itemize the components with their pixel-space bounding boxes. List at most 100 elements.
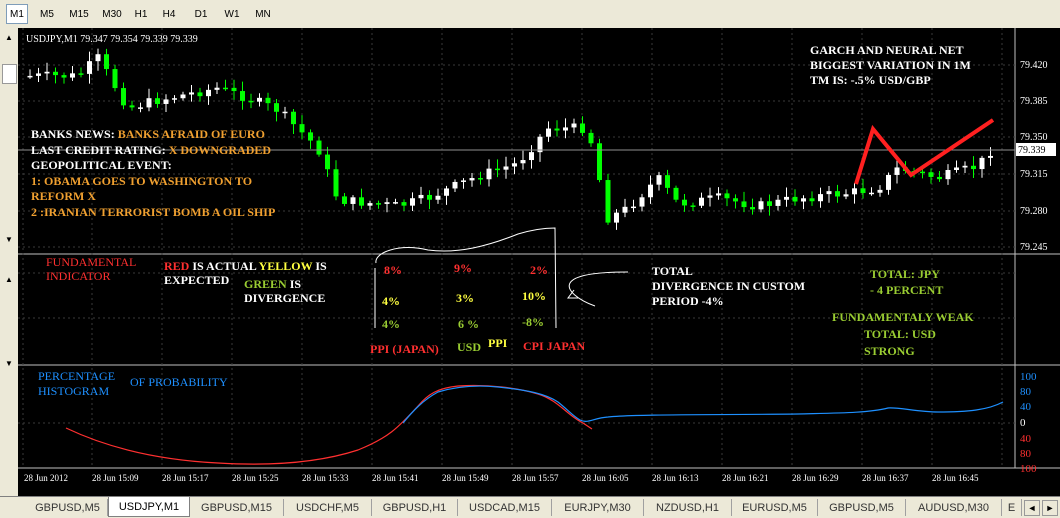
candle-body bbox=[452, 181, 458, 189]
timeframe-mn-button[interactable]: MN bbox=[250, 4, 276, 24]
candle-body bbox=[359, 197, 364, 206]
fundamentaly-weak: FUNDAMENTALY WEAK bbox=[832, 310, 974, 324]
candle-body bbox=[690, 205, 696, 207]
news-credit: LAST CREDIT RATING: X DOWNGRADED bbox=[31, 143, 271, 157]
scroll-thumb[interactable] bbox=[2, 64, 17, 84]
chart-svg[interactable]: 79.339 79.420 79.385 79.350 79.315 79.28… bbox=[18, 28, 1060, 496]
chart-tab[interactable]: GBPUSD,M5 bbox=[818, 499, 906, 516]
chart-tab[interactable]: EURJPY,M30 bbox=[552, 499, 644, 516]
left-scrollbar[interactable]: ▲ ▼ ▲ ▼ bbox=[0, 28, 19, 496]
candle-body bbox=[36, 73, 41, 76]
candle-body bbox=[707, 195, 713, 198]
candle-body bbox=[801, 198, 806, 202]
time-tick: 28 Jun 15:17 bbox=[162, 473, 209, 483]
ppi-japan-actual: 8% bbox=[384, 263, 402, 277]
scroll-up-icon[interactable]: ▲ bbox=[3, 32, 15, 44]
candle-body bbox=[282, 111, 288, 114]
candle-body bbox=[818, 194, 823, 202]
timeframe-toolbar: M1 M5 M15 M30 H1 H4 D1 W1 MN bbox=[0, 0, 1060, 29]
candle-body bbox=[597, 143, 602, 181]
chart-tab[interactable]: GBPUSD,M5 bbox=[28, 499, 108, 516]
candle-body bbox=[945, 170, 951, 180]
time-tick: 28 Jun 16:37 bbox=[862, 473, 909, 483]
candle-body bbox=[648, 184, 653, 198]
candle-body bbox=[291, 111, 296, 125]
candle-body bbox=[580, 123, 585, 133]
chart-tab[interactable]: E bbox=[1002, 499, 1022, 516]
tab-scroll-right-icon[interactable]: ► bbox=[1042, 500, 1058, 516]
scroll-down-icon[interactable]: ▼ bbox=[3, 234, 15, 246]
bracket-drawing bbox=[375, 227, 557, 329]
candle-body bbox=[784, 196, 789, 200]
chart-tab[interactable]: GBPUSD,H1 bbox=[372, 499, 458, 516]
usd-ppi-expected: 3% bbox=[456, 291, 474, 305]
price-tick: 79.315 bbox=[1020, 169, 1048, 180]
candle-body bbox=[928, 172, 934, 177]
timeframe-d1-button[interactable]: D1 bbox=[190, 4, 212, 24]
garch-note-line1: GARCH AND NEURAL NET bbox=[810, 43, 964, 57]
candle-body bbox=[44, 71, 50, 74]
candle-body bbox=[529, 152, 534, 161]
timeframe-m30-button[interactable]: M30 bbox=[97, 4, 127, 24]
indicator-scroll-down-icon[interactable]: ▼ bbox=[3, 358, 15, 370]
fundamental-title-a: FUNDAMENTAL bbox=[46, 255, 136, 269]
chart-tab[interactable]: USDCAD,M15 bbox=[458, 499, 552, 516]
candle-body bbox=[605, 180, 611, 223]
time-tick: 28 Jun 15:33 bbox=[302, 473, 349, 483]
candle-body bbox=[699, 197, 704, 206]
chart-tab[interactable]: EURUSD,M5 bbox=[732, 499, 818, 516]
candle-body bbox=[231, 87, 237, 92]
chart-tab-active[interactable]: USDJPY,M1 bbox=[108, 497, 190, 517]
total-usd: TOTAL: USD bbox=[864, 327, 936, 341]
candle-body bbox=[104, 54, 109, 70]
candle-body bbox=[78, 73, 84, 75]
price-tick: 79.245 bbox=[1020, 242, 1048, 253]
candle-body bbox=[265, 97, 271, 104]
hist-tick: 100 bbox=[1020, 463, 1037, 475]
chart-tab[interactable]: NZDUSD,H1 bbox=[644, 499, 732, 516]
candle-body bbox=[869, 192, 874, 195]
legend-divergence: DIVERGENCE bbox=[244, 291, 325, 305]
time-tick: 28 Jun 16:45 bbox=[932, 473, 979, 483]
timeframe-h4-button[interactable]: H4 bbox=[158, 4, 180, 24]
indicator-scroll-up-icon[interactable]: ▲ bbox=[3, 274, 15, 286]
timeframe-m15-button[interactable]: M15 bbox=[64, 4, 94, 24]
candle-body bbox=[571, 123, 577, 128]
histogram-title-a: PERCENTAGE bbox=[38, 369, 115, 383]
timeframe-m5-button[interactable]: M5 bbox=[34, 4, 60, 24]
chart-tab[interactable]: USDCHF,M5 bbox=[284, 499, 372, 516]
timeframe-m1-button[interactable]: M1 bbox=[6, 4, 28, 24]
hist-tick: 40 bbox=[1020, 401, 1032, 413]
total-divergence-a: TOTAL bbox=[652, 264, 693, 278]
candle-body bbox=[146, 98, 152, 108]
candle-body bbox=[563, 127, 568, 131]
candle-body bbox=[274, 103, 279, 112]
candle-body bbox=[61, 75, 67, 78]
candle-body bbox=[112, 69, 118, 89]
timeframe-w1-button[interactable]: W1 bbox=[220, 4, 244, 24]
symbol-header: USDJPY,M1 79.347 79.354 79.339 79.339 bbox=[26, 34, 198, 45]
ppi-japan-expected: 4% bbox=[382, 294, 400, 308]
candle-body bbox=[27, 75, 33, 78]
candle-body bbox=[342, 196, 347, 204]
chart-tab[interactable]: AUDUSD,M30 bbox=[906, 499, 1002, 516]
hist-tick: 80 bbox=[1020, 448, 1032, 460]
cpi-japan-divergence: -8% bbox=[522, 315, 544, 329]
candle-body bbox=[248, 100, 254, 103]
chart-tab[interactable]: GBPUSD,M15 bbox=[190, 499, 284, 516]
ppi-japan-label: PPI (JAPAN) bbox=[370, 342, 439, 356]
candle-body bbox=[197, 92, 203, 97]
tab-scroll-left-icon[interactable]: ◄ bbox=[1024, 500, 1040, 516]
candle-body bbox=[138, 107, 143, 109]
candle-body bbox=[886, 174, 891, 190]
hist-tick: 0 bbox=[1020, 417, 1026, 429]
chart-window[interactable]: 79.339 79.420 79.385 79.350 79.315 79.28… bbox=[18, 28, 1060, 496]
candle-body bbox=[588, 132, 594, 144]
chart-tabs-bar: GBPUSD,M5 USDJPY,M1 GBPUSD,M15 USDCHF,M5… bbox=[0, 496, 1060, 518]
candle-body bbox=[860, 188, 866, 194]
candle-body bbox=[835, 191, 840, 197]
hist-tick: 100 bbox=[1020, 371, 1037, 383]
histogram-title-b: HISTOGRAM bbox=[38, 384, 109, 398]
candle-body bbox=[189, 92, 194, 95]
timeframe-h1-button[interactable]: H1 bbox=[130, 4, 152, 24]
